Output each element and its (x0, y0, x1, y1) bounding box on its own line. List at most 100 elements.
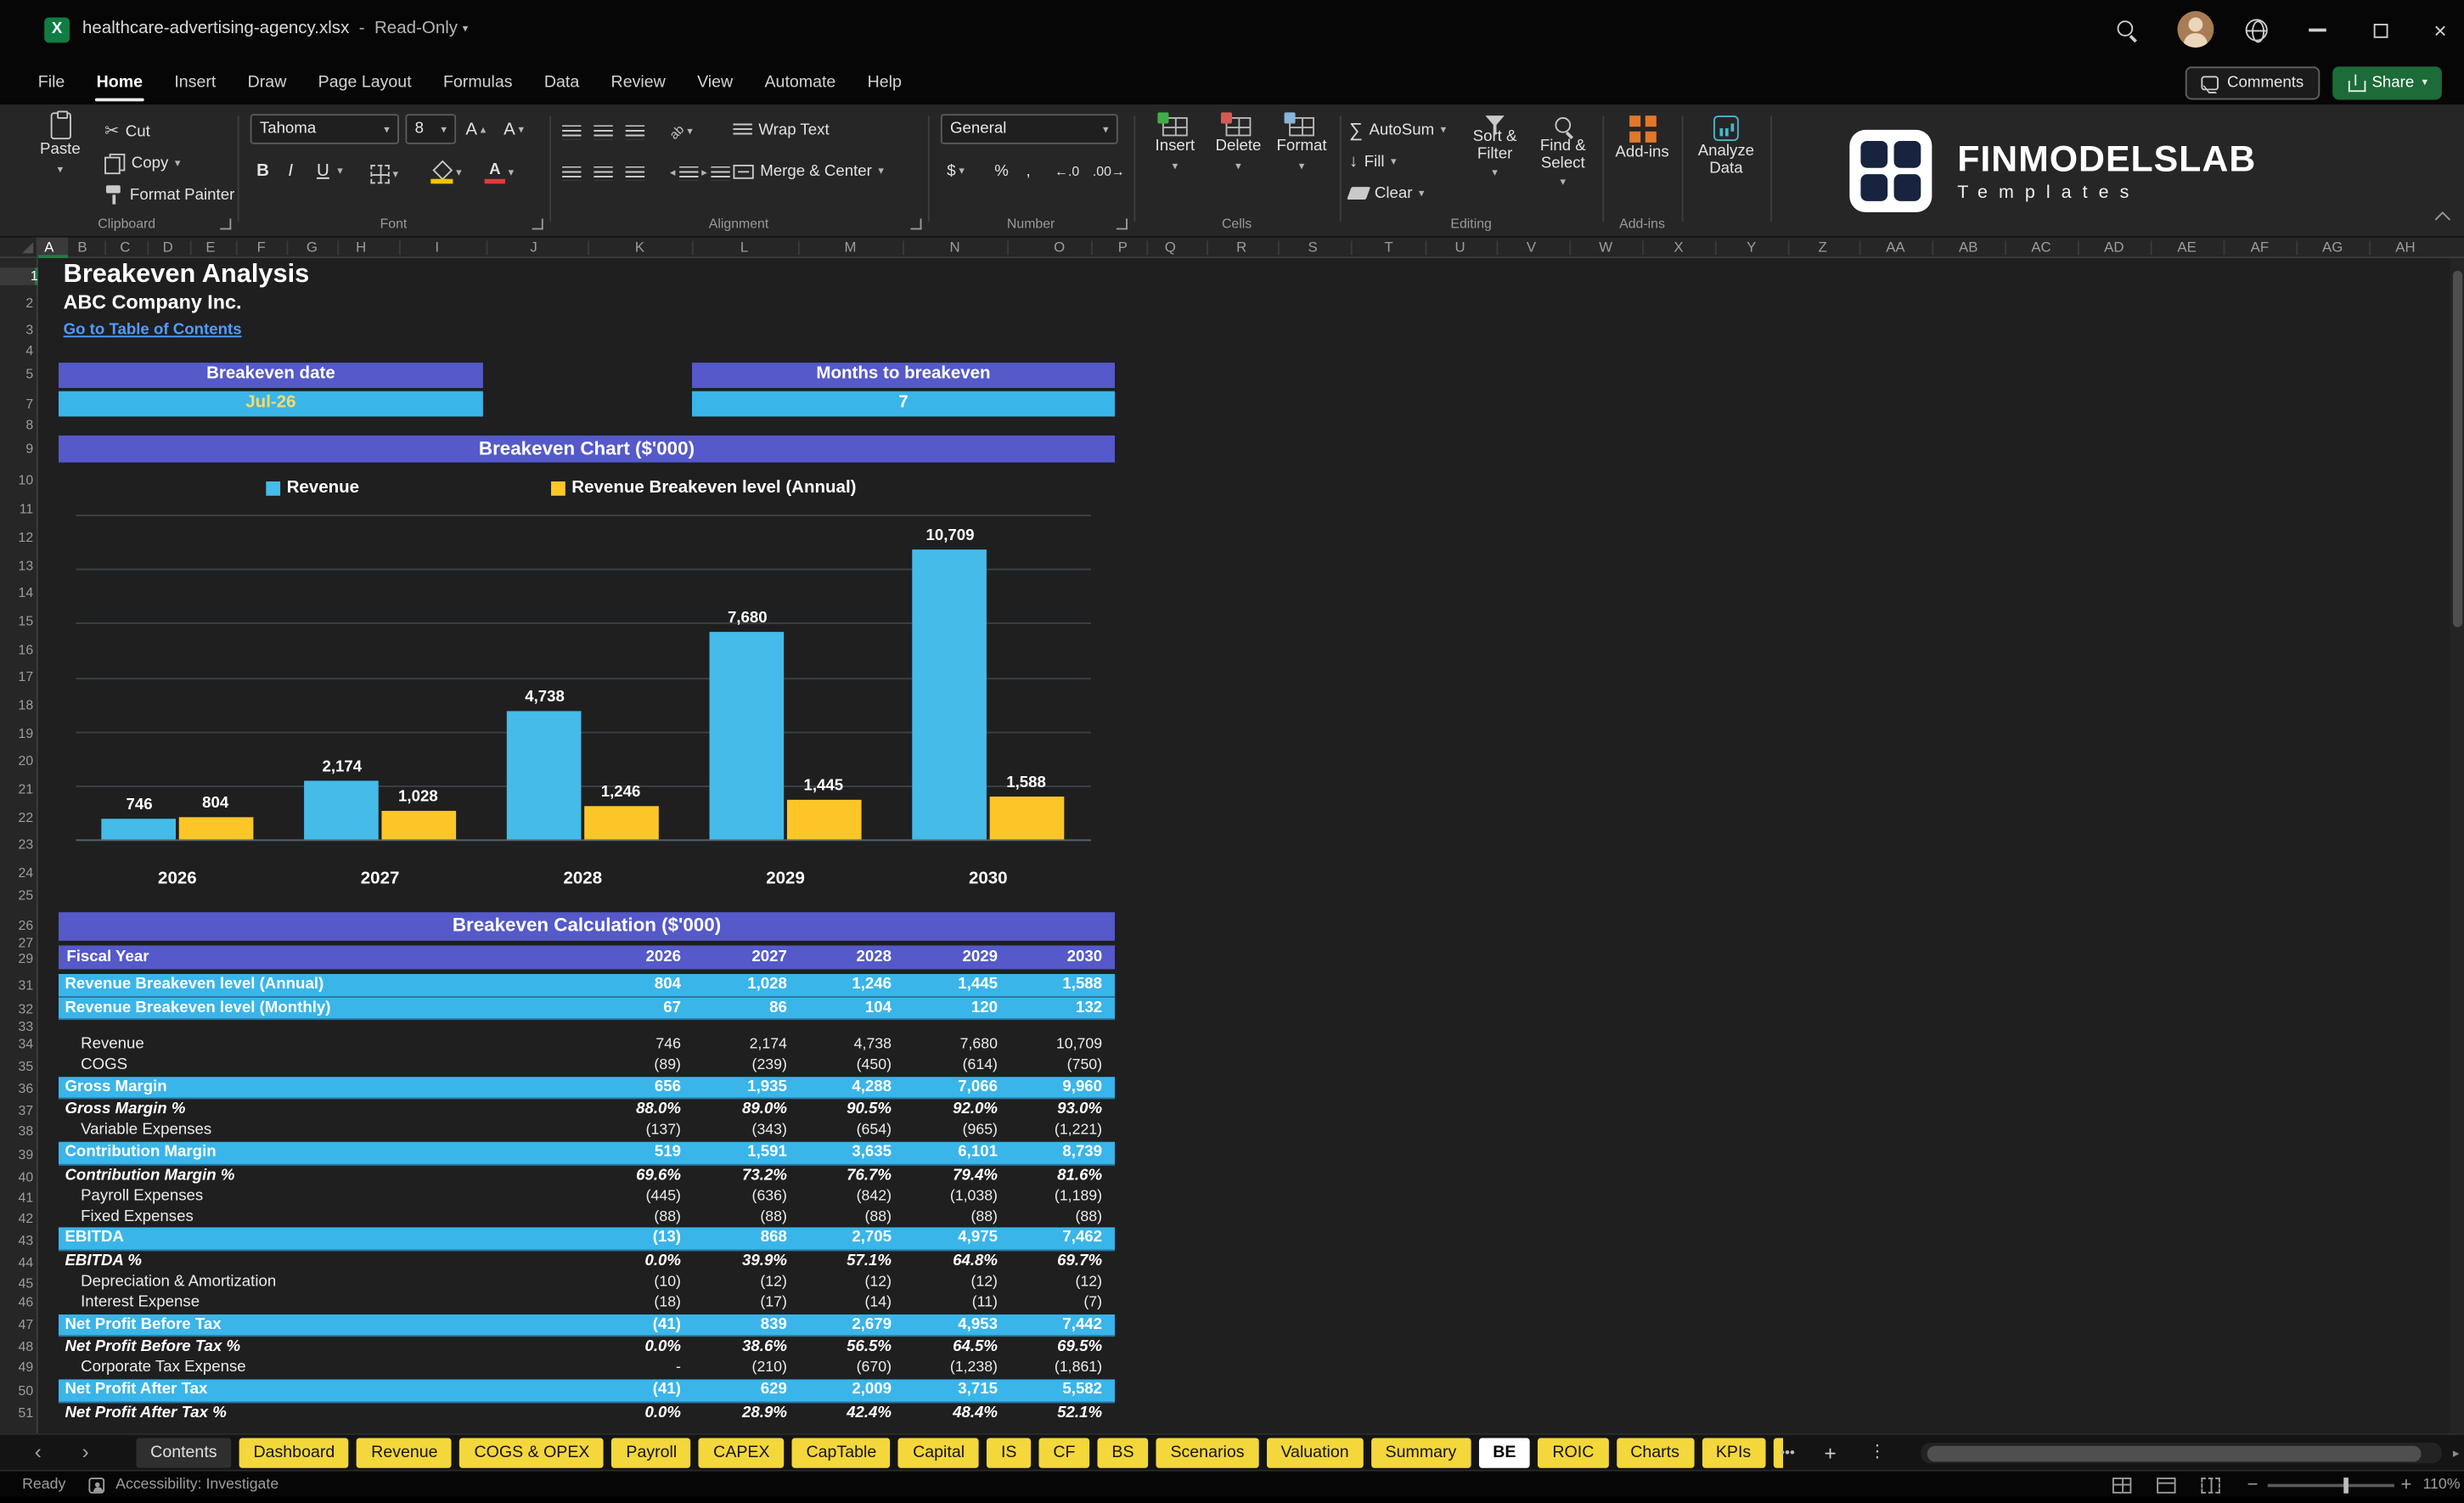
sheet-tab-be[interactable]: BE (1478, 1438, 1531, 1468)
column-header-V[interactable]: V (1512, 238, 1550, 258)
menu-file[interactable]: File (22, 60, 81, 104)
column-header-W[interactable]: W (1587, 238, 1625, 258)
row-header-25[interactable]: 25 (0, 887, 34, 904)
row-label[interactable]: Net Profit Before Tax (65, 1314, 221, 1337)
zoom-slider-thumb[interactable] (2343, 1478, 2349, 1494)
menu-automate[interactable]: Automate (749, 60, 852, 104)
calc-cell[interactable]: 93.0% (1010, 1100, 1102, 1122)
calc-cell[interactable]: 2,174 (695, 1036, 787, 1056)
calc-cell[interactable]: (88) (1010, 1207, 1103, 1228)
zoom-in-button[interactable]: + (2400, 1472, 2411, 1499)
row-header-41[interactable]: 41 (0, 1190, 34, 1207)
avatar[interactable] (2177, 11, 2214, 48)
calc-cell[interactable]: 67 (589, 997, 681, 1020)
chevron-down-icon[interactable]: ▾ (463, 24, 469, 35)
calc-cell[interactable]: 79.4% (906, 1165, 998, 1187)
decrease-decimal-button[interactable]: .00→ (1093, 157, 1125, 186)
delete-cells-button[interactable]: Delete ▾ (1210, 112, 1267, 172)
calc-cell[interactable]: 0.0% (589, 1251, 681, 1273)
sheet-tab-valuation[interactable]: Valuation (1266, 1438, 1364, 1468)
calc-cell[interactable]: 52.1% (1010, 1403, 1102, 1425)
paste-button[interactable]: Paste ▾ (29, 110, 93, 175)
calc-cell[interactable]: (450) (800, 1056, 892, 1077)
orientation-button[interactable]: ab ▾ (667, 117, 692, 146)
calc-cell[interactable]: (1,189) (1010, 1187, 1102, 1207)
column-header-Z[interactable]: Z (1803, 238, 1842, 258)
sheet-tab-roic[interactable]: ROIC (1538, 1438, 1609, 1468)
zoom-slider[interactable] (2267, 1478, 2394, 1494)
row-header-19[interactable]: 19 (0, 725, 34, 743)
calc-cell[interactable]: (18) (589, 1293, 681, 1314)
calc-cell[interactable]: 1,028 (695, 974, 787, 997)
row-label[interactable]: EBITDA % (65, 1251, 142, 1273)
sheet-tab-cogs-opex[interactable]: COGS & OPEX (459, 1438, 605, 1468)
calc-cell[interactable]: 1,246 (800, 974, 892, 997)
addins-button[interactable]: Add-ins (1609, 115, 1675, 162)
calc-cell[interactable]: 42.4% (800, 1403, 892, 1425)
calc-cell[interactable]: 81.6% (1010, 1165, 1102, 1187)
calc-cell[interactable]: 4,738 (800, 1036, 892, 1056)
row-header-39[interactable]: 39 (0, 1146, 34, 1164)
calc-cell[interactable]: 629 (695, 1379, 787, 1402)
column-header-AE[interactable]: AE (2168, 238, 2206, 258)
calc-cell[interactable]: 28.9% (695, 1403, 787, 1425)
calc-cell[interactable]: 5,582 (1010, 1379, 1102, 1402)
menu-draw[interactable]: Draw (232, 60, 302, 104)
calc-cell[interactable]: (13) (589, 1228, 681, 1251)
calc-cell[interactable]: 69.6% (589, 1165, 681, 1187)
calc-cell[interactable]: 76.7% (800, 1165, 892, 1187)
column-header-U[interactable]: U (1441, 238, 1479, 258)
calc-cell[interactable]: (670) (800, 1359, 892, 1379)
calc-cell[interactable]: 1,445 (906, 974, 998, 997)
row-header-3[interactable]: 3 (0, 322, 33, 340)
row-label[interactable]: Revenue (81, 1036, 144, 1056)
calc-cell[interactable]: (88) (695, 1207, 787, 1228)
align-right-button[interactable] (625, 159, 645, 188)
column-header-I[interactable]: I (418, 238, 456, 258)
calc-cell[interactable]: (12) (1010, 1273, 1103, 1293)
calc-cell[interactable]: (137) (589, 1122, 681, 1142)
increase-indent-button[interactable]: ▸ (701, 159, 729, 188)
calc-cell[interactable]: 3,715 (906, 1379, 998, 1402)
number-format-select[interactable]: General ▾ (940, 114, 1118, 144)
calc-cell[interactable]: 7,442 (1010, 1314, 1102, 1337)
sheet-tab-is[interactable]: IS (987, 1438, 1032, 1468)
column-header-R[interactable]: R (1223, 238, 1261, 258)
row-header-44[interactable]: 44 (0, 1254, 34, 1272)
network-button[interactable] (2236, 11, 2276, 49)
row-header-24[interactable]: 24 (0, 864, 34, 882)
calc-cell[interactable]: 57.1% (800, 1251, 892, 1273)
align-center-button[interactable] (593, 159, 613, 188)
calc-cell[interactable]: 4,288 (800, 1077, 892, 1100)
calc-cell[interactable]: 90.5% (800, 1100, 892, 1122)
row-label[interactable]: Net Profit Before Tax % (65, 1337, 240, 1359)
row-header-22[interactable]: 22 (0, 809, 34, 827)
calc-cell[interactable]: 89.0% (695, 1100, 787, 1122)
fiscal-year-2027[interactable]: 2027 (698, 945, 786, 969)
grow-font-button[interactable]: A ▴ (465, 115, 486, 144)
underline-dropdown[interactable]: ▾ (337, 157, 343, 186)
calc-cell[interactable]: 10,709 (1010, 1036, 1102, 1056)
row-label[interactable]: Variable Expenses (81, 1122, 211, 1142)
row-header-29[interactable]: 29 (0, 950, 34, 968)
calc-cell[interactable]: 69.5% (1010, 1337, 1102, 1359)
row-header-48[interactable]: 48 (0, 1338, 34, 1356)
calc-cell[interactable]: 64.8% (906, 1251, 998, 1273)
scroll-right-arrow[interactable]: ▸ (2453, 1443, 2459, 1463)
row-header-13[interactable]: 13 (0, 557, 34, 575)
zoom-level[interactable]: 110% (2423, 1472, 2461, 1499)
row-header-31[interactable]: 31 (0, 977, 34, 995)
search-button[interactable] (2107, 11, 2147, 49)
row-header-43[interactable]: 43 (0, 1232, 34, 1250)
row-label[interactable]: Contribution Margin % (65, 1165, 234, 1187)
row-header-18[interactable]: 18 (0, 697, 34, 715)
row-header-17[interactable]: 17 (0, 668, 34, 686)
bold-button[interactable]: B (256, 157, 269, 186)
row-header-33[interactable]: 33 (0, 1018, 34, 1036)
calc-cell[interactable]: (654) (800, 1122, 892, 1142)
sheet-tab-kpis[interactable]: KPIs (1702, 1438, 1765, 1468)
calc-cell[interactable]: 3,635 (800, 1142, 892, 1165)
insert-cells-button[interactable]: Insert ▾ (1146, 112, 1203, 172)
calc-cell[interactable]: 2,009 (800, 1379, 892, 1402)
calc-cell[interactable]: 4,975 (906, 1228, 998, 1251)
